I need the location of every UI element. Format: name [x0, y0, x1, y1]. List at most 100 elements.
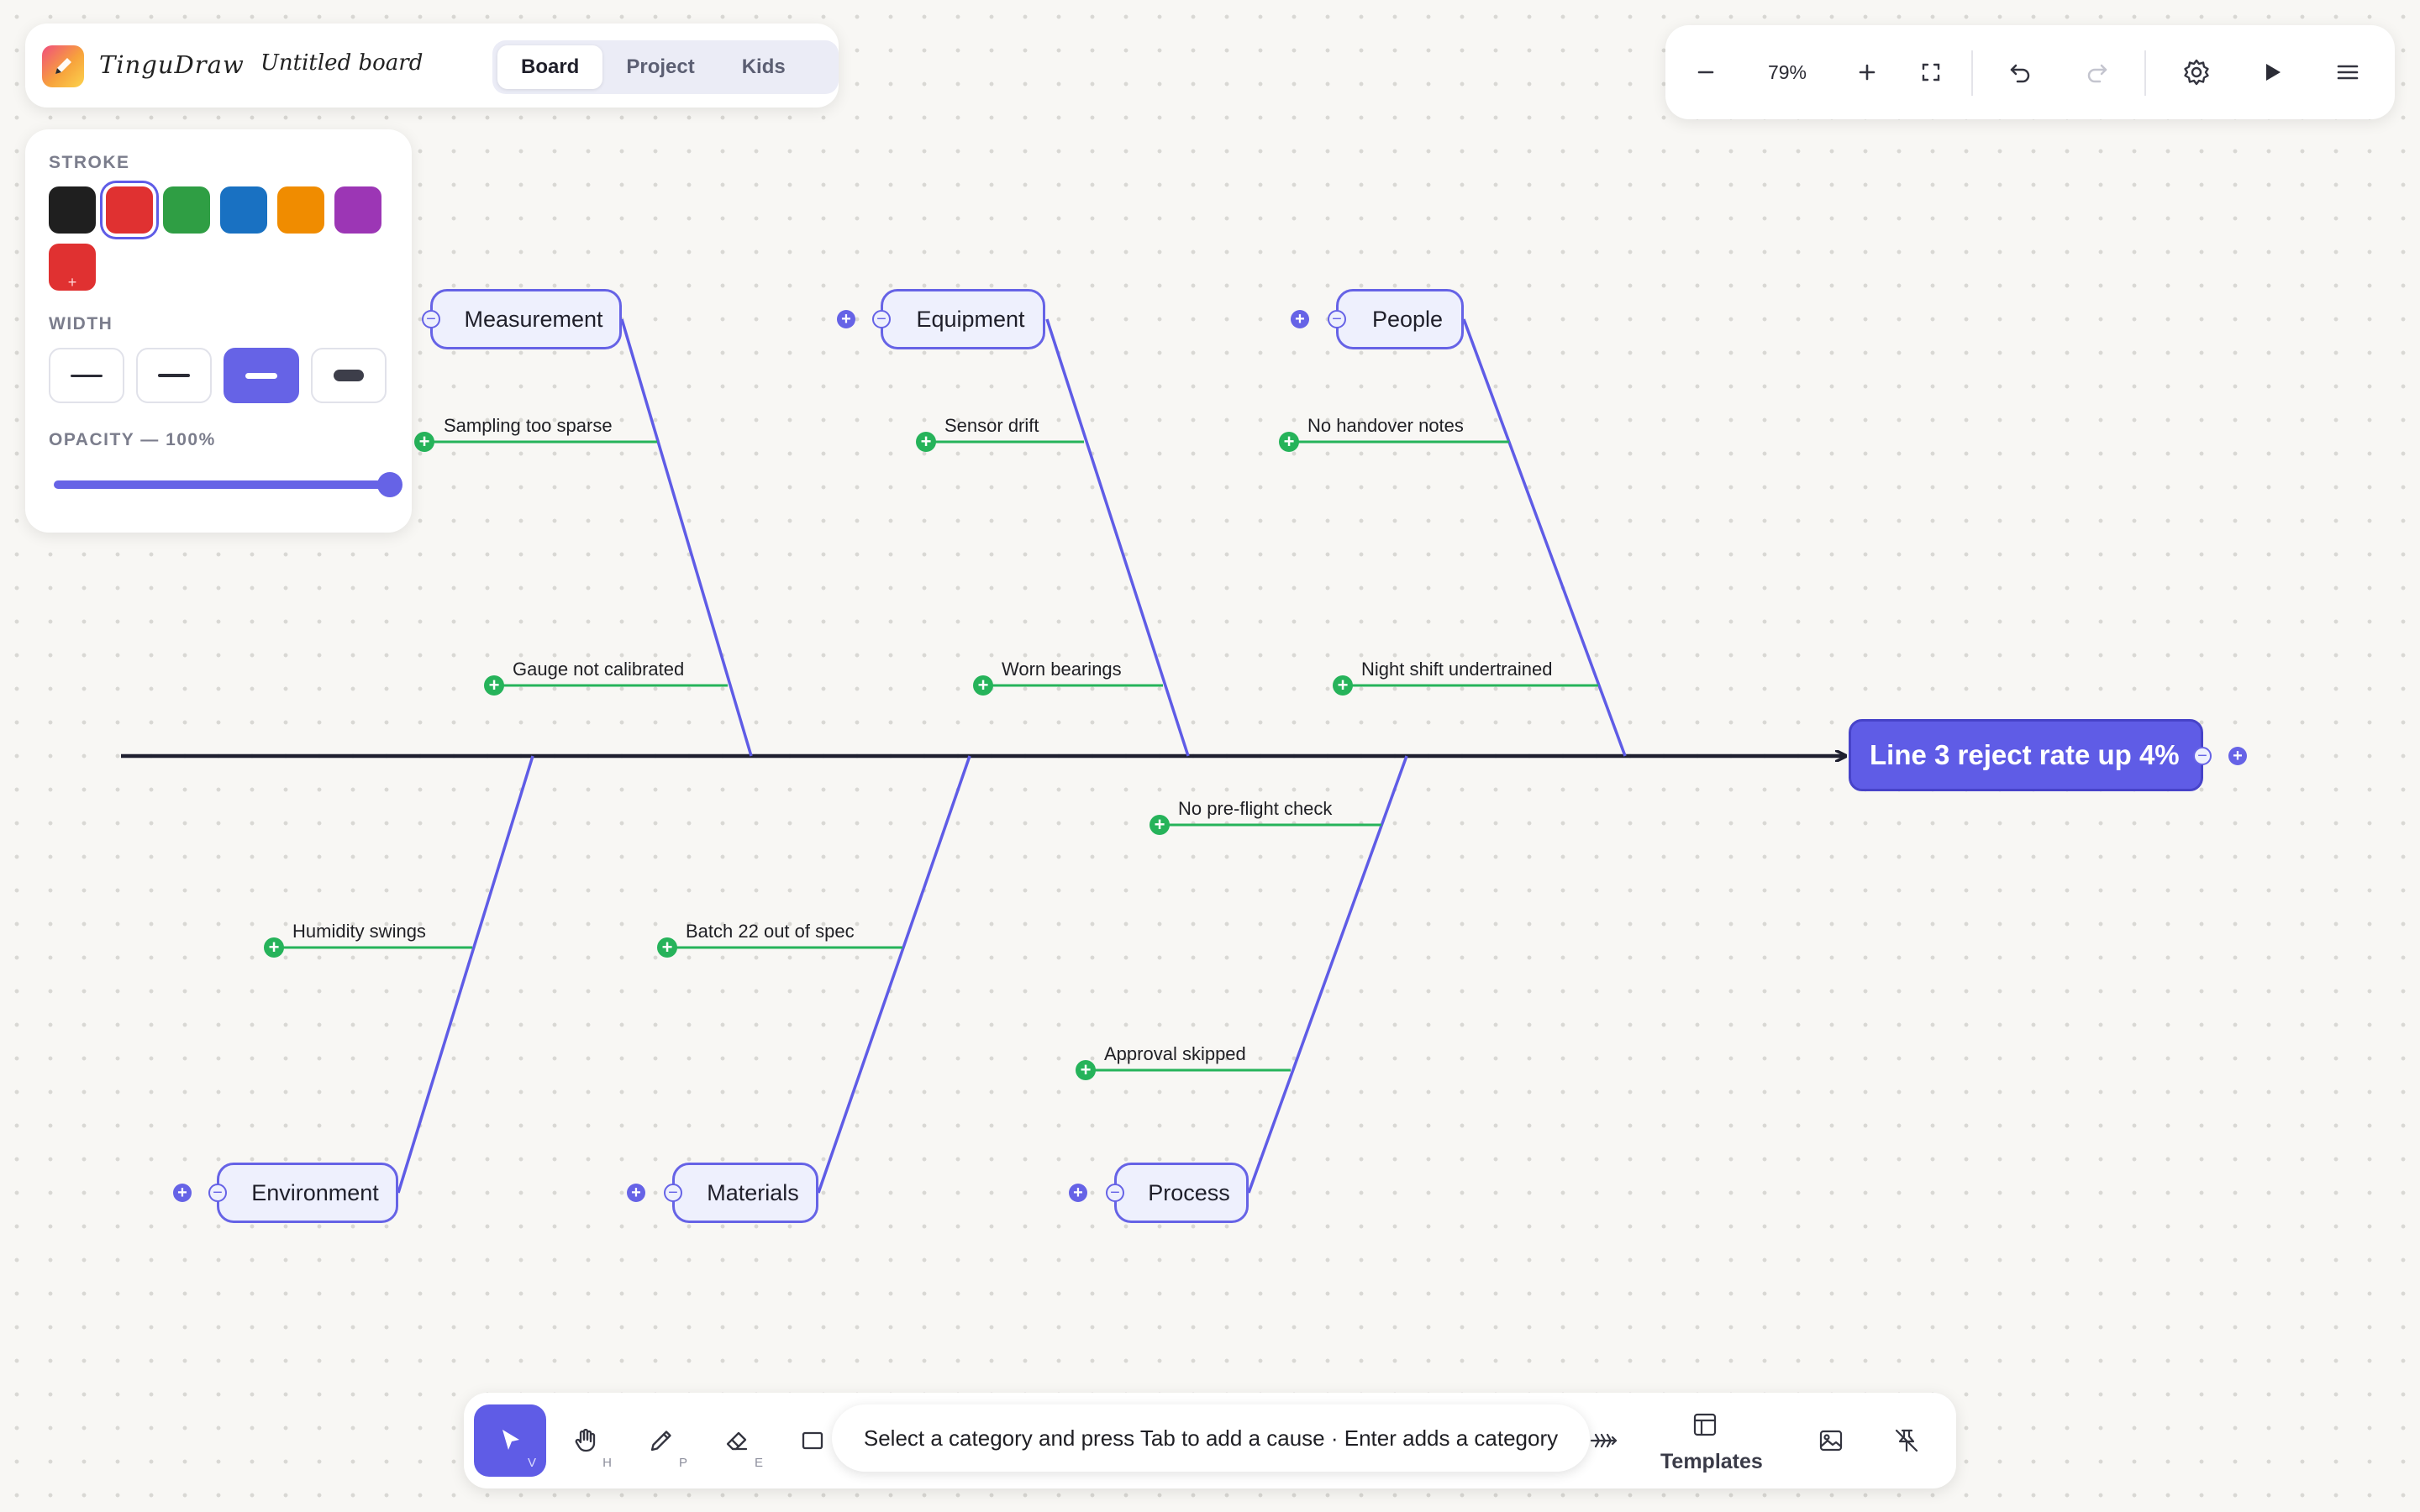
- add-cause-icon[interactable]: +: [484, 675, 504, 696]
- minus-icon: [1697, 71, 1714, 74]
- custom-color-swatch[interactable]: +: [49, 244, 96, 291]
- category-label: People: [1371, 306, 1444, 332]
- select-tool[interactable]: V: [474, 1404, 546, 1477]
- color-swatch-green[interactable]: [163, 186, 210, 234]
- cause-label[interactable]: Humidity swings: [292, 921, 426, 942]
- undo-button[interactable]: [1988, 25, 2052, 119]
- category-people[interactable]: People: [1336, 289, 1464, 349]
- add-color-icon: +: [67, 274, 77, 291]
- add-category-icon[interactable]: +: [1069, 1184, 1087, 1202]
- width-bold-button[interactable]: [224, 348, 299, 403]
- bone-process: [1247, 755, 1408, 1194]
- category-process[interactable]: Process: [1114, 1163, 1249, 1223]
- gear-icon: [2184, 59, 2209, 86]
- add-cause-icon[interactable]: +: [1279, 432, 1299, 452]
- collapse-icon[interactable]: −: [664, 1184, 682, 1202]
- cause-label[interactable]: Approval skipped: [1104, 1043, 1246, 1065]
- eraser-tool[interactable]: E: [701, 1404, 773, 1477]
- width-thin-button[interactable]: [49, 348, 124, 403]
- zoom-in-button[interactable]: [1839, 25, 1896, 119]
- collapse-icon[interactable]: −: [2193, 747, 2212, 765]
- collapse-icon[interactable]: −: [872, 310, 891, 328]
- zoom-level[interactable]: 79%: [1741, 25, 1833, 119]
- add-category-icon[interactable]: +: [2228, 747, 2247, 765]
- style-panel: STROKE + WIDTH OPACITY — 100%: [25, 129, 412, 533]
- redo-button[interactable]: [2065, 25, 2129, 119]
- shortcut-key: H: [602, 1456, 612, 1470]
- shortcut-key: P: [678, 1456, 687, 1470]
- collapse-icon[interactable]: −: [422, 310, 440, 328]
- color-swatch-red[interactable]: [106, 186, 153, 234]
- width-extra-bold-button[interactable]: [311, 348, 387, 403]
- add-cause-icon[interactable]: +: [264, 937, 284, 958]
- app-logo: [42, 45, 84, 87]
- pin-toggle[interactable]: [1870, 1404, 1943, 1477]
- collapse-icon[interactable]: −: [1106, 1184, 1124, 1202]
- toolbar-divider: [1971, 50, 1973, 96]
- effect-node[interactable]: Line 3 reject rate up 4%: [1849, 719, 2203, 791]
- color-swatch-purple[interactable]: [334, 186, 381, 234]
- templates-icon: [1693, 1413, 1717, 1436]
- image-icon: [1819, 1430, 1843, 1452]
- board-title[interactable]: Untitled board: [260, 50, 423, 76]
- cause-label[interactable]: No pre-flight check: [1178, 798, 1332, 820]
- collapse-icon[interactable]: −: [208, 1184, 227, 1202]
- settings-button[interactable]: [2161, 25, 2232, 119]
- fit-screen-button[interactable]: [1902, 25, 1960, 119]
- app-name: TinguDraw: [99, 50, 245, 79]
- color-swatch-blue[interactable]: [220, 186, 267, 234]
- width-label: WIDTH: [49, 314, 113, 333]
- add-cause-icon[interactable]: +: [414, 432, 434, 452]
- cause-label[interactable]: No handover notes: [1307, 415, 1464, 437]
- cause-label[interactable]: Gauge not calibrated: [513, 659, 684, 680]
- add-cause-icon[interactable]: +: [1150, 815, 1170, 835]
- undo-icon: [2010, 64, 2030, 83]
- cause-label[interactable]: Sampling too sparse: [444, 415, 613, 437]
- eraser-icon: [726, 1431, 748, 1451]
- hand-tool[interactable]: H: [550, 1404, 622, 1477]
- tab-project[interactable]: Project: [602, 45, 718, 89]
- add-category-icon[interactable]: +: [837, 310, 855, 328]
- category-environment[interactable]: Environment: [217, 1163, 398, 1223]
- category-materials[interactable]: Materials: [672, 1163, 818, 1223]
- menu-button[interactable]: [2316, 25, 2380, 119]
- cause-label[interactable]: Worn bearings: [1002, 659, 1122, 680]
- color-swatch-orange[interactable]: [277, 186, 324, 234]
- templates-label[interactable]: Templates: [1660, 1450, 1763, 1474]
- add-cause-icon[interactable]: +: [1076, 1060, 1096, 1080]
- add-cause-icon[interactable]: +: [973, 675, 993, 696]
- image-tool[interactable]: [1795, 1404, 1867, 1477]
- add-cause-icon[interactable]: +: [916, 432, 936, 452]
- add-category-icon[interactable]: +: [1291, 310, 1309, 328]
- shortcut-key: E: [754, 1456, 763, 1470]
- view-toolbar: 79%: [1665, 25, 2395, 119]
- color-swatch-black[interactable]: [49, 186, 96, 234]
- width-regular-button[interactable]: [136, 348, 212, 403]
- cause-label[interactable]: Sensor drift: [944, 415, 1039, 437]
- collapse-icon[interactable]: −: [1328, 310, 1346, 328]
- templates-button[interactable]: [1669, 1399, 1741, 1450]
- plus-icon: [1859, 64, 1876, 81]
- add-cause-icon[interactable]: +: [657, 937, 677, 958]
- add-cause-icon[interactable]: +: [1333, 675, 1353, 696]
- hamburger-icon: [2337, 65, 2359, 80]
- fit-screen-icon: [1922, 63, 1940, 81]
- zoom-out-button[interactable]: [1677, 25, 1734, 119]
- category-measurement[interactable]: Measurement: [430, 289, 622, 349]
- opacity-slider-thumb[interactable]: [377, 472, 402, 497]
- cause-label[interactable]: Night shift undertrained: [1361, 659, 1552, 680]
- add-category-icon[interactable]: +: [627, 1184, 645, 1202]
- tab-board[interactable]: Board: [497, 45, 603, 89]
- pencil-tool[interactable]: P: [625, 1404, 697, 1477]
- mode-tabs: Board Project Kids: [492, 40, 839, 94]
- add-category-icon[interactable]: +: [173, 1184, 192, 1202]
- width-bold-icon: [245, 372, 277, 379]
- opacity-slider[interactable]: [54, 472, 402, 497]
- fishbone-icon: [1590, 1433, 1618, 1448]
- tab-kids[interactable]: Kids: [718, 45, 809, 89]
- present-button[interactable]: [2240, 25, 2304, 119]
- bone-measurement: [620, 318, 753, 757]
- cause-label[interactable]: Batch 22 out of spec: [686, 921, 855, 942]
- category-equipment[interactable]: Equipment: [881, 289, 1045, 349]
- category-label: Materials: [707, 1179, 799, 1205]
